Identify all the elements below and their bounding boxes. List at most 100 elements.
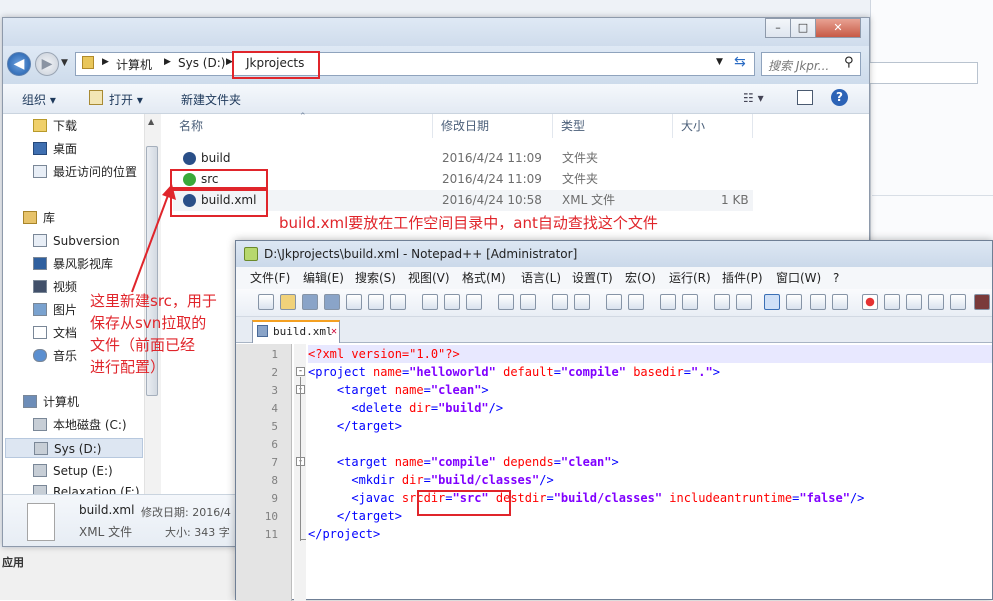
undo-icon[interactable] bbox=[498, 294, 514, 310]
redo-icon[interactable] bbox=[520, 294, 536, 310]
minimize-button[interactable]: – bbox=[765, 18, 791, 38]
code-line[interactable]: </target> bbox=[308, 417, 988, 435]
column-name[interactable]: 名称 bbox=[163, 114, 433, 138]
search-icon[interactable]: ⚲ bbox=[844, 55, 854, 70]
menu-window[interactable]: 窗口(W) bbox=[776, 267, 821, 289]
zoom-in-icon[interactable] bbox=[606, 294, 622, 310]
sidebar-item-documents[interactable]: 文档 bbox=[33, 323, 77, 343]
sidebar-item-videos[interactable]: 视频 bbox=[33, 277, 77, 297]
code-line[interactable]: <target name="compile" depends="clean"> bbox=[308, 453, 988, 471]
code-line[interactable]: <?xml version="1.0"?> bbox=[308, 345, 988, 363]
code-line[interactable]: <target name="clean"> bbox=[308, 381, 988, 399]
cut-icon[interactable] bbox=[422, 294, 438, 310]
sidebar-item-drive-f[interactable]: Relaxation (F:) bbox=[33, 482, 140, 494]
play-macro-icon[interactable] bbox=[906, 294, 922, 310]
close-file-icon[interactable] bbox=[346, 294, 362, 310]
sidebar-item-subversion[interactable]: Subversion bbox=[33, 231, 120, 251]
tab-build-xml[interactable]: build.xml ✕ bbox=[252, 320, 340, 343]
menu-edit[interactable]: 编辑(E) bbox=[303, 267, 344, 289]
sidebar-item-recent[interactable]: 最近访问的位置 bbox=[33, 162, 137, 182]
plugin-icon[interactable] bbox=[974, 294, 990, 310]
fold-toggle-icon[interactable]: - bbox=[296, 367, 305, 376]
code-line[interactable]: <mkdir dir="build/classes"/> bbox=[308, 471, 988, 489]
code-line[interactable]: <javac srcdir="src" destdir="build/class… bbox=[308, 489, 988, 507]
code-token: <mkdir bbox=[308, 473, 402, 487]
stop-macro-icon[interactable] bbox=[884, 294, 900, 310]
apply-label[interactable]: 应用 bbox=[2, 554, 24, 570]
sync-horizontal-icon[interactable] bbox=[682, 294, 698, 310]
line-number: 1 bbox=[271, 348, 278, 361]
sidebar-item-drive-c[interactable]: 本地磁盘 (C:) bbox=[33, 415, 127, 435]
preview-pane-icon[interactable] bbox=[797, 90, 813, 105]
save-icon[interactable] bbox=[302, 294, 318, 310]
sync-vertical-icon[interactable] bbox=[660, 294, 676, 310]
tab-close-icon[interactable]: ✕ bbox=[331, 322, 337, 341]
code-line[interactable]: </target> bbox=[308, 507, 988, 525]
scroll-up-icon[interactable]: ▲ bbox=[148, 117, 154, 126]
breadcrumb-drive[interactable]: Sys (D:) bbox=[178, 56, 225, 70]
column-date[interactable]: 修改日期 bbox=[433, 114, 553, 138]
help-icon[interactable]: ? bbox=[831, 89, 848, 106]
address-dropdown-icon[interactable]: ▼ bbox=[716, 57, 723, 67]
code-token: <target bbox=[308, 455, 395, 469]
word-wrap-icon[interactable] bbox=[714, 294, 730, 310]
refresh-icon[interactable]: ⇆ bbox=[734, 54, 746, 70]
save-all-icon[interactable] bbox=[324, 294, 340, 310]
view-options-icon[interactable]: ☷ ▾ bbox=[743, 91, 764, 105]
sidebar-item-baofeng[interactable]: 暴风影视库 bbox=[33, 254, 113, 274]
show-all-chars-icon[interactable] bbox=[736, 294, 752, 310]
menu-language[interactable]: 语言(L) bbox=[521, 267, 561, 289]
sidebar-item-pictures[interactable]: 图片 bbox=[33, 300, 77, 320]
code-line[interactable]: </project> bbox=[308, 525, 988, 543]
copy-icon[interactable] bbox=[444, 294, 460, 310]
menu-run[interactable]: 运行(R) bbox=[669, 267, 711, 289]
save-macro-icon[interactable] bbox=[950, 294, 966, 310]
open-file-icon[interactable] bbox=[280, 294, 296, 310]
sidebar-item-drive-e[interactable]: Setup (E:) bbox=[33, 461, 113, 481]
address-bar[interactable]: ▶ 计算机 ▶ Sys (D:) ▶ Jkprojects ▼ ⇆ bbox=[75, 52, 755, 76]
sidebar-item-desktop[interactable]: 桌面 bbox=[33, 139, 77, 159]
menu-macro[interactable]: 宏(O) bbox=[625, 267, 656, 289]
code-line[interactable]: <delete dir="build"/> bbox=[308, 399, 988, 417]
close-all-icon[interactable] bbox=[368, 294, 384, 310]
paste-icon[interactable] bbox=[466, 294, 482, 310]
sidebar-item-downloads[interactable]: 下载 bbox=[33, 116, 77, 136]
sidebar-item-music[interactable]: 音乐 bbox=[33, 346, 77, 366]
history-dropdown-icon[interactable]: ▼ bbox=[61, 58, 68, 68]
sidebar-item-drive-d[interactable]: Sys (D:) bbox=[5, 438, 143, 458]
new-folder-button[interactable]: 新建文件夹 bbox=[181, 91, 241, 108]
organize-button[interactable]: 组织 ▾ bbox=[22, 91, 56, 108]
menu-search[interactable]: 搜索(S) bbox=[355, 267, 396, 289]
file-row-build[interactable]: build 2016/4/24 11:09 文件夹 bbox=[173, 148, 753, 169]
column-type[interactable]: 类型 bbox=[553, 114, 673, 138]
zoom-out-icon[interactable] bbox=[628, 294, 644, 310]
code-line[interactable]: <project name="helloworld" default="comp… bbox=[308, 363, 988, 381]
print-icon[interactable] bbox=[390, 294, 406, 310]
menu-help[interactable]: ? bbox=[833, 267, 839, 289]
sidebar-item-libraries[interactable]: 库 bbox=[23, 208, 55, 228]
search-input[interactable]: 搜索 Jkpr... ⚲ bbox=[761, 52, 861, 76]
replace-icon[interactable] bbox=[574, 294, 590, 310]
record-macro-icon[interactable] bbox=[862, 294, 878, 310]
open-button[interactable]: 打开 ▾ bbox=[109, 91, 143, 108]
breadcrumb-computer[interactable]: 计算机 bbox=[116, 56, 152, 73]
run-macro-multiple-icon[interactable] bbox=[928, 294, 944, 310]
user-lang-icon[interactable] bbox=[786, 294, 802, 310]
menu-format[interactable]: 格式(M) bbox=[462, 267, 506, 289]
column-size[interactable]: 大小 bbox=[673, 114, 753, 138]
back-icon[interactable]: ◀ bbox=[7, 52, 31, 76]
maximize-button[interactable]: □ bbox=[790, 18, 816, 38]
sidebar-item-computer[interactable]: 计算机 bbox=[23, 392, 79, 412]
menu-view[interactable]: 视图(V) bbox=[408, 267, 450, 289]
menu-plugins[interactable]: 插件(P) bbox=[722, 267, 763, 289]
forward-icon[interactable]: ▶ bbox=[35, 52, 59, 76]
new-file-icon[interactable] bbox=[258, 294, 274, 310]
find-icon[interactable] bbox=[552, 294, 568, 310]
function-list-icon[interactable] bbox=[832, 294, 848, 310]
indent-guide-icon[interactable] bbox=[764, 294, 780, 310]
menu-file[interactable]: 文件(F) bbox=[250, 267, 290, 289]
close-button[interactable]: ✕ bbox=[815, 18, 861, 38]
background-input[interactable] bbox=[860, 62, 978, 84]
menu-settings[interactable]: 设置(T) bbox=[572, 267, 613, 289]
doc-map-icon[interactable] bbox=[810, 294, 826, 310]
